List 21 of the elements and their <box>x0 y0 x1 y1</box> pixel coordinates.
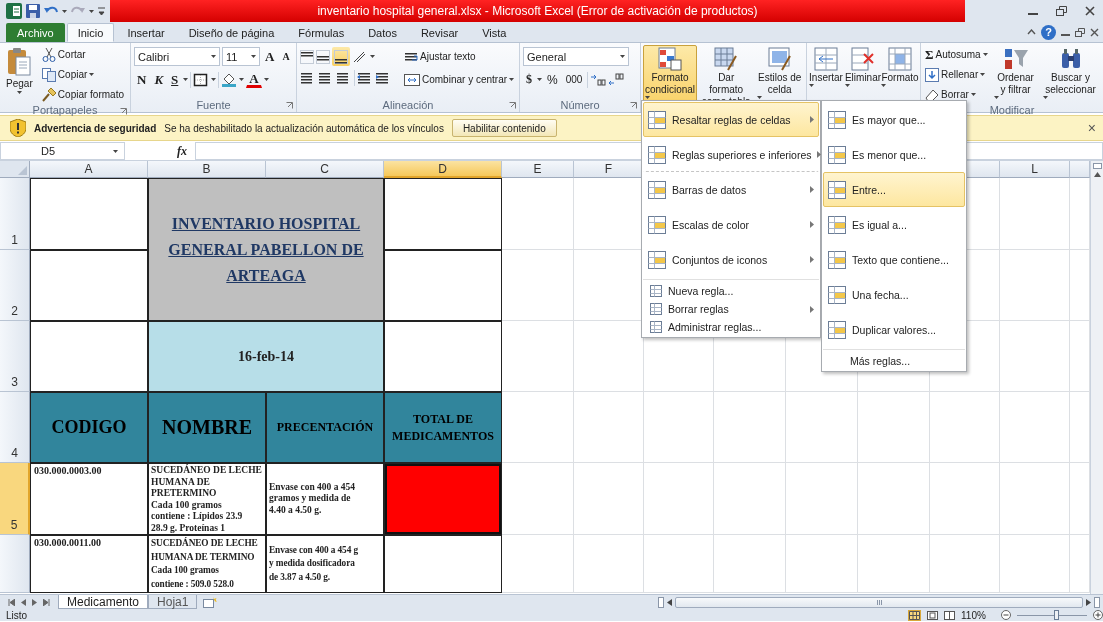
table-cell: SUCEDÁNEO DE LECHE HUMANA DE PRETERMINO Cada 100 gramos contiene : Lípidos 23.9 28.9 g. Proteínas 1 <box>148 463 266 535</box>
column-heading: CODIGO <box>30 392 148 463</box>
table-cell: 030.000.0003.00 <box>30 463 148 535</box>
table-cell: Envase con 400 a 454 g y medida dosificadora de 3.87 a 4.50 g. <box>266 535 384 593</box>
group-label: Portapapeles <box>32 104 98 116</box>
group-label: Modificar <box>989 104 1035 116</box>
security-warning-message: Se ha deshabilitado la actualización automática de los vínculos <box>164 122 444 134</box>
date-cell: 16-feb-14 <box>148 321 384 392</box>
group-label: Fuente <box>196 99 231 111</box>
status-text: Listo <box>6 609 28 621</box>
table-cell: Envase con 400 a 454 gramos y medida de 4.40 a 4.50 g. <box>266 463 384 535</box>
group-label: Alineación <box>382 99 434 111</box>
column-heading: NOMBRE <box>148 392 266 463</box>
group-label: Número <box>560 99 600 111</box>
security-warning-title: Advertencia de seguridad <box>34 122 157 134</box>
column-heading: TOTAL DE MEDICAMENTOS <box>384 392 502 463</box>
column-heading: PRECENTACIÓN <box>266 392 384 463</box>
window-title: inventario hospital general.xlsx - Microsoft Excel (Error de activación de productos) <box>317 4 758 18</box>
title-cell: INVENTARIO HOSPITAL GENERAL PABELLON DE ARTEAGA <box>148 178 384 321</box>
table-cell: SUCEDÁNEO DE LECHE HUMANA DE TERMINO Cada 100 gramos contiene : 509.0 528.0 <box>148 535 266 593</box>
table-cell: 030.000.0011.00 <box>30 535 148 593</box>
